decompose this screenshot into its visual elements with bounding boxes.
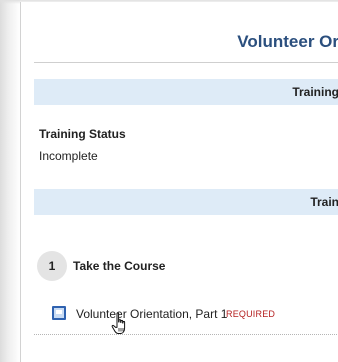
training-section-header-label: Training xyxy=(292,85,338,99)
left-page-shadow xyxy=(0,0,20,362)
content-card: Volunteer Or Training Training Status In… xyxy=(20,2,338,362)
course-module-icon-screen xyxy=(56,310,62,314)
title-divider xyxy=(34,62,338,63)
page-title: Volunteer Or xyxy=(237,32,338,51)
course-module-link[interactable]: Volunteer Orientation, Part 1 xyxy=(76,306,227,322)
course-module-icon[interactable] xyxy=(52,306,66,320)
step-title: Take the Course xyxy=(73,259,166,273)
training-status-value: Incomplete xyxy=(39,149,98,163)
training-steps-header-label: Train xyxy=(310,195,338,209)
training-steps-header: Train xyxy=(34,189,338,215)
module-divider xyxy=(34,334,338,335)
required-badge: REQUIRED xyxy=(226,309,276,319)
page-viewport: Volunteer Or Training Training Status In… xyxy=(0,0,338,362)
step-number-badge: 1 xyxy=(37,251,67,281)
training-section-header: Training xyxy=(34,79,338,105)
training-status-label: Training Status xyxy=(39,127,126,141)
hand-pointer-cursor-icon xyxy=(111,312,126,334)
